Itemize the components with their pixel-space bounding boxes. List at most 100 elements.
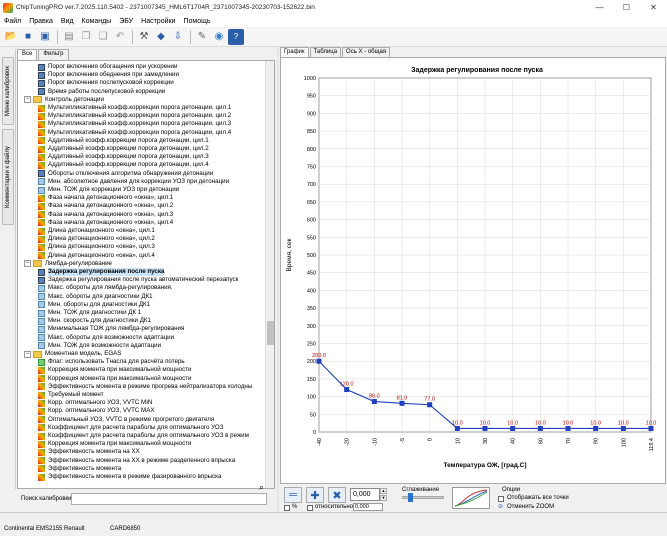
tree-item[interactable]: Коррекция момента при максимальной мощно…	[38, 440, 191, 448]
panel-splitter[interactable]	[277, 47, 279, 512]
tree-item[interactable]: Корр. оптимального УОЗ, VVTC MIN	[38, 399, 152, 407]
tree-item[interactable]: Мультипликативный коэфф.коррекции порога…	[38, 104, 231, 112]
tree-item[interactable]: Мультипликативный коэфф.коррекции порога…	[38, 120, 231, 128]
undo-icon[interactable]: ↶	[112, 29, 128, 45]
tree-item[interactable]: Задержка регулирования после пуска	[38, 268, 165, 276]
copy-icon[interactable]: ❐	[78, 29, 94, 45]
help-icon[interactable]: ?	[228, 28, 244, 45]
tree-item[interactable]: Эффективность момента в режиме фазирован…	[38, 473, 221, 481]
tree-item[interactable]: Мин. ТОЖ для коррекции УОЗ при детонации	[38, 186, 179, 194]
search-icon[interactable]: ⌕	[259, 482, 264, 493]
smoothing-slider-handle[interactable]	[408, 493, 413, 502]
tree-item[interactable]: Порог включения обеднения при замедлении	[38, 71, 179, 79]
smoothing-preview[interactable]	[452, 487, 490, 509]
tab-chart[interactable]: График	[280, 47, 309, 57]
menu-commands[interactable]: Команды	[82, 18, 112, 25]
show-all-points-checkbox[interactable]	[498, 496, 504, 502]
tree-item[interactable]: Фаза начала детонационного «окна», цил.4	[38, 219, 173, 227]
tab-file-comments[interactable]: Комментарии к файлу	[2, 129, 14, 225]
menu-help[interactable]: Помощь	[183, 18, 210, 25]
tree-item[interactable]: Требуемый момент	[38, 391, 104, 399]
equals-button[interactable]: ═	[284, 487, 302, 503]
menu-view[interactable]: Вид	[61, 18, 74, 25]
tree-item[interactable]: Коэффициент для расчета параболы для опт…	[38, 432, 249, 440]
tab-calibration-menu[interactable]: Меню калибровок	[2, 57, 14, 125]
tab-filter[interactable]: Фильтр	[38, 49, 69, 60]
tree-expander-icon[interactable]: −	[24, 96, 31, 104]
tree-item[interactable]: Мультипликативный коэфф.коррекции порога…	[38, 129, 231, 137]
tree-item[interactable]: Макс. обороты для возможности адаптации	[38, 334, 174, 342]
tree-item[interactable]: Коррекция момента при максимальной мощно…	[38, 366, 191, 374]
tree-item[interactable]: Мультипликативный коэфф.коррекции порога…	[38, 112, 231, 120]
tree-item[interactable]: Мин. ТОЖ для диагностики ДК 1	[38, 309, 141, 317]
menu-ecu[interactable]: ЭБУ	[119, 18, 133, 25]
tree-item[interactable]: Коэффициент для расчета параболы для опт…	[38, 424, 223, 432]
tree-item[interactable]: Мин. обороты для диагностики ДК1	[38, 301, 150, 309]
relative-checkbox[interactable]	[307, 505, 313, 511]
tree-item[interactable]: Длина детонационного «окна», цил.3	[38, 243, 155, 251]
tree-item[interactable]: Макс. обороты для диагностики ДК1	[38, 293, 153, 301]
tree-item[interactable]: Длина детонационного «окна», цил.1	[38, 227, 155, 235]
tree-item[interactable]: Аддитивный коэфф.коррекции порога детона…	[38, 153, 209, 161]
tree-item[interactable]: Время работы послепусковой коррекции	[38, 88, 165, 96]
tree-item[interactable]: Эффективность момента	[38, 465, 121, 473]
tree-item[interactable]: Порог включения обогащения при ускорении	[38, 63, 177, 71]
open-folder-icon[interactable]: 📂	[3, 29, 19, 45]
tab-table[interactable]: Таблица	[309, 47, 342, 57]
tree-scroll-thumb[interactable]	[267, 321, 274, 345]
save-as-icon[interactable]: ▣	[37, 29, 53, 45]
tree-expander-icon[interactable]: −	[24, 260, 31, 268]
zoom-cancel-icon[interactable]: ⊖	[498, 503, 503, 510]
tree-folder[interactable]: − Контроль детонации	[24, 96, 104, 104]
multiply-button[interactable]: ✖	[328, 487, 346, 503]
chart-svg[interactable]: Задержка регулирования после пуска Время…	[281, 58, 665, 483]
download-icon[interactable]: ⇩	[170, 29, 186, 45]
save-icon[interactable]: ■	[20, 29, 36, 45]
tree-item[interactable]: Задержка регулирования после пуска автом…	[38, 276, 238, 284]
tree-item[interactable]: Коррекция момента при максимальной мощно…	[38, 375, 191, 383]
print-icon[interactable]: ▤	[61, 29, 77, 45]
tree-item[interactable]: Фаза начала детонационного «окна», цил.3	[38, 211, 173, 219]
add-button[interactable]: ✚	[306, 487, 324, 503]
tree-item[interactable]: Порог включения послепусковой коррекции	[38, 79, 174, 87]
tab-all[interactable]: Все	[17, 49, 38, 60]
tree-item[interactable]: Корр. оптимального УОЗ, VVTC MAX	[38, 407, 154, 415]
cancel-zoom-button[interactable]: Отменить ZOOM	[507, 504, 554, 510]
maximize-button[interactable]: ☐	[613, 0, 640, 15]
tree-item[interactable]: Эффективность момента на XX в режиме раз…	[38, 457, 235, 465]
tree-item[interactable]: Эффективность момента в режиме прогрева …	[38, 383, 252, 391]
tree-item[interactable]: Фаза начала детонационного «окна», цил.2	[38, 202, 173, 210]
paste-icon[interactable]: ❏	[95, 29, 111, 45]
tree-item[interactable]: Длина детонационного «окна», цил.2	[38, 235, 155, 243]
tree-item[interactable]: Макс. обороты для лямбда-регулирования.	[38, 284, 173, 292]
tools-icon[interactable]: ⚒	[136, 29, 152, 45]
tree-item[interactable]: Минимальная ТОЖ для лямбда-регулирования	[38, 325, 184, 333]
menu-edit[interactable]: Правка	[29, 18, 53, 25]
close-button[interactable]: ✕	[640, 0, 667, 15]
tree-folder[interactable]: − Лямбда-регулирование	[24, 260, 112, 268]
tree-item[interactable]: Мин. ТОЖ для возможности адаптации	[38, 342, 161, 350]
chart-pane[interactable]: Задержка регулирования после пуска Время…	[280, 57, 666, 484]
tree-item[interactable]: Обороты отключения алгоритма обнаружения…	[38, 170, 213, 178]
tree-item[interactable]: Аддитивный коэфф.коррекции порога детона…	[38, 145, 209, 153]
percent-checkbox[interactable]	[284, 505, 290, 511]
globe-icon[interactable]: ◉	[211, 29, 227, 45]
search-input[interactable]	[71, 493, 267, 505]
tree-item[interactable]: Фаза начала детонационного «окна», цил.1	[38, 194, 173, 202]
tree-item[interactable]: Оптимальный УОЗ, VVTC в режиме прогретог…	[38, 416, 214, 424]
menu-settings[interactable]: Настройки	[141, 18, 175, 25]
stepper-up-icon[interactable]: ▲	[380, 488, 387, 494]
tree-scrollbar[interactable]	[265, 61, 274, 488]
tree-item[interactable]: Эффективность момента на XX	[38, 448, 140, 456]
tree-item[interactable]: Длина детонационного «окна», цил.4	[38, 252, 155, 260]
relative-value-input[interactable]: 0,000	[353, 503, 383, 511]
tree-item[interactable]: Мин. скорость для диагностики ДК1	[38, 317, 151, 325]
wrench-icon[interactable]: ✎	[194, 29, 210, 45]
value-stepper[interactable]: 0,000	[350, 488, 380, 501]
menu-file[interactable]: Файл	[4, 18, 21, 25]
minimize-button[interactable]: —	[586, 0, 613, 15]
tree-item[interactable]: Аддитивный коэфф.коррекции порога детона…	[38, 161, 209, 169]
tree-expander-icon[interactable]: −	[24, 350, 31, 358]
tree-folder[interactable]: − Моментная модель, EGAS	[24, 350, 121, 358]
stepper-down-icon[interactable]: ▼	[380, 495, 387, 501]
